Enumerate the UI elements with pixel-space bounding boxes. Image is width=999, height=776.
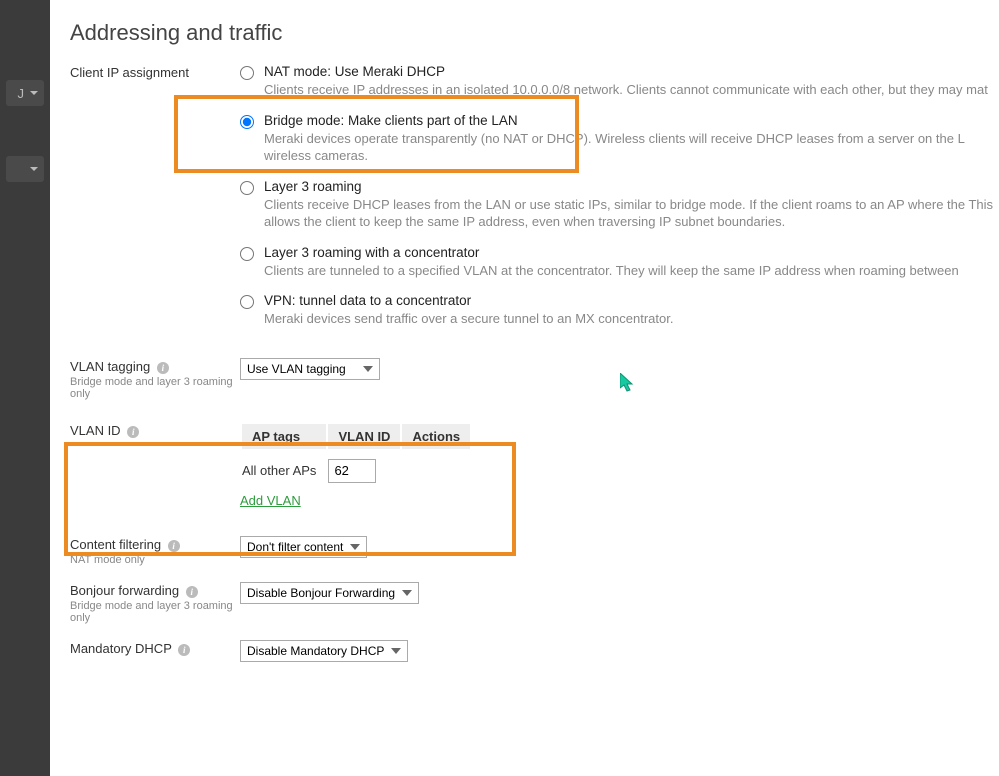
radio-desc: Clients are tunneled to a specified VLAN… [264,262,999,280]
row-content-filtering: Content filtering i NAT mode only Don't … [70,536,999,566]
label-client-ip-assignment: Client IP assignment [70,65,240,80]
input-vlan-id[interactable] [328,459,376,483]
link-add-vlan[interactable]: Add VLAN [240,493,301,508]
radio-desc: Clients receive IP addresses in an isola… [264,81,999,99]
radio-title: VPN: tunnel data to a concentrator [264,293,999,308]
label-bonjour: Bonjour forwarding [70,583,179,598]
radio-option-vpn[interactable]: VPN: tunnel data to a concentrator Merak… [240,293,999,328]
radio-desc: Meraki devices operate transparently (no… [264,130,999,165]
cell-ap-tags: All other APs [242,451,326,487]
info-icon[interactable]: i [157,362,169,374]
info-icon[interactable]: i [127,426,139,438]
label-mandatory-dhcp: Mandatory DHCP [70,641,172,656]
table-row: All other APs [242,451,470,487]
sublabel-vlan-tagging: Bridge mode and layer 3 roaming only [70,376,240,400]
radio-bridge-mode[interactable] [240,115,254,129]
section-heading: Addressing and traffic [70,20,999,46]
row-vlan-tagging: VLAN tagging i Bridge mode and layer 3 r… [70,358,999,400]
col-actions: Actions [402,424,470,449]
caret-down-icon [30,91,38,95]
sidebar: J [0,0,50,776]
sidebar-nav-item-2[interactable] [6,156,44,182]
select-mandatory-dhcp[interactable]: Disable Mandatory DHCP [240,640,408,662]
info-icon[interactable]: i [186,586,198,598]
col-vlan-id: VLAN ID [328,424,400,449]
radio-title: Layer 3 roaming [264,179,999,194]
info-icon[interactable]: i [168,540,180,552]
sublabel-content-filtering: NAT mode only [70,554,240,566]
sidebar-nav-letter: J [18,86,25,101]
radio-nat-mode[interactable] [240,66,254,80]
radio-desc: Meraki devices send traffic over a secur… [264,310,999,328]
radio-option-layer3-roaming[interactable]: Layer 3 roaming Clients receive DHCP lea… [240,179,999,231]
info-icon[interactable]: i [178,644,190,656]
row-mandatory-dhcp: Mandatory DHCP i Disable Mandatory DHCP [70,640,999,662]
select-content-filtering[interactable]: Don't filter content [240,536,367,558]
caret-down-icon [30,167,38,171]
radio-title: NAT mode: Use Meraki DHCP [264,64,999,79]
main-content: Addressing and traffic Client IP assignm… [70,10,999,776]
sublabel-bonjour: Bridge mode and layer 3 roaming only [70,600,240,624]
sidebar-nav-item-1[interactable]: J [6,80,44,106]
label-vlan-id: VLAN ID [70,423,121,438]
radio-option-bridge-mode[interactable]: Bridge mode: Make clients part of the LA… [240,113,999,165]
row-client-ip-assignment: Client IP assignment NAT mode: Use Merak… [70,64,999,342]
radio-option-nat-mode[interactable]: NAT mode: Use Meraki DHCP Clients receiv… [240,64,999,99]
radio-vpn[interactable] [240,295,254,309]
radio-option-layer3-concentrator[interactable]: Layer 3 roaming with a concentrator Clie… [240,245,999,280]
radio-desc: Clients receive DHCP leases from the LAN… [264,196,999,231]
radio-title: Layer 3 roaming with a concentrator [264,245,999,260]
select-vlan-tagging[interactable]: Use VLAN tagging [240,358,380,380]
label-content-filtering: Content filtering [70,537,161,552]
radio-layer3-concentrator[interactable] [240,247,254,261]
label-vlan-tagging: VLAN tagging [70,359,150,374]
select-bonjour[interactable]: Disable Bonjour Forwarding [240,582,419,604]
cursor-icon [620,373,636,393]
vlan-id-table: AP tags VLAN ID Actions All other APs [240,422,472,489]
col-ap-tags: AP tags [242,424,326,449]
radio-layer3-roaming[interactable] [240,181,254,195]
radio-title: Bridge mode: Make clients part of the LA… [264,113,999,128]
row-bonjour-forwarding: Bonjour forwarding i Bridge mode and lay… [70,582,999,624]
row-vlan-id: VLAN ID i AP tags VLAN ID Actions All ot… [70,422,999,508]
